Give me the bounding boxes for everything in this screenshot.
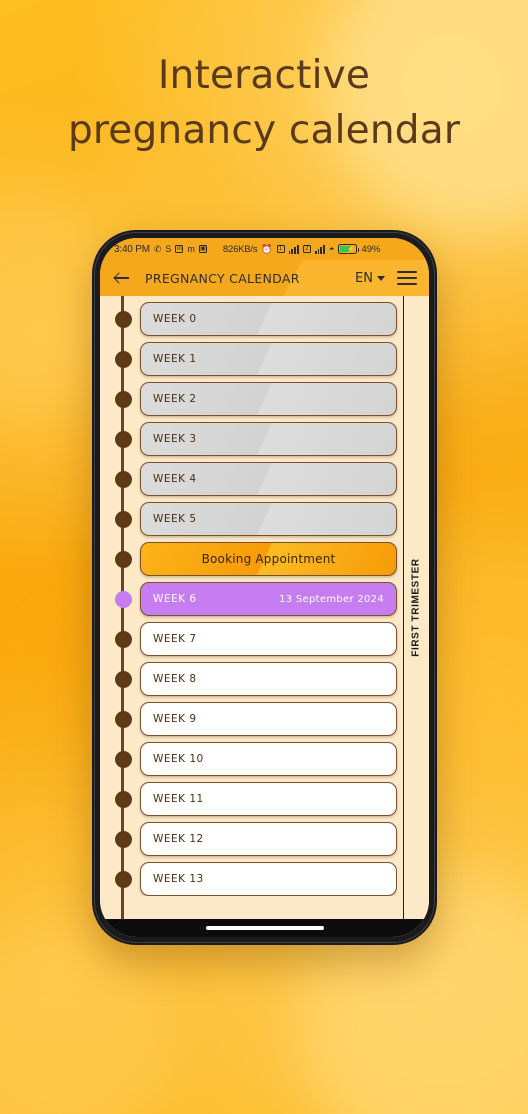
timeline-dot [115,830,132,848]
timeline-dot [115,670,132,688]
week-card[interactable]: WEEK 1 [140,342,397,376]
linkedin-icon: in [175,245,184,253]
timeline-dot [115,710,132,728]
promo-headline-line2: pregnancy calendar [67,108,461,154]
calendar-icon: ▣ [198,245,207,253]
home-indicator[interactable] [205,926,324,930]
week-label: WEEK 10 [153,753,204,765]
timeline-dot [115,870,132,888]
week-row[interactable]: WEEK 1 [108,342,397,376]
alarm-icon: ⏰ [261,243,273,254]
timeline-dot [115,470,132,488]
week-label: WEEK 11 [153,793,204,805]
week-date: 13 September 2024 [279,593,384,605]
app-bar: PREGNANCY CALENDAR EN [100,260,429,296]
week-label: WEEK 13 [153,873,204,885]
week-card[interactable]: WEEK 13 [140,862,397,896]
timeline-dot [115,510,132,528]
timeline-dot [115,430,132,448]
week-label: Booking Appointment [201,552,336,566]
timeline-dot [115,630,132,648]
week-label: WEEK 1 [153,353,197,365]
week-row[interactable]: WEEK 12 [108,822,397,856]
chevron-down-icon [377,275,385,281]
week-card[interactable]: WEEK 8 [140,662,397,696]
week-row[interactable]: WEEK 10 [108,742,397,776]
status-bar: 3:40 PM ✆ S in m ▣ 826KB/s ⏰ 1 2 ◓ ⚡ 49% [100,238,429,260]
promo-headline: Interactive pregnancy calendar [0,48,528,159]
week-label: WEEK 7 [153,633,197,645]
booking-appointment-button[interactable]: Booking Appointment [140,542,397,576]
week-label: WEEK 12 [153,833,204,845]
week-label: WEEK 4 [153,473,197,485]
week-card[interactable]: WEEK 12 [140,822,397,856]
week-row[interactable]: Booking Appointment [108,542,397,576]
messenger-icon: m [187,243,195,254]
week-card[interactable]: WEEK 7 [140,622,397,656]
week-row[interactable]: WEEK 13 [108,862,397,896]
timeline-dot [115,550,132,568]
signal-bars-icon [288,244,299,254]
week-row[interactable]: WEEK 5 [108,502,397,536]
wifi-icon: ◓ [329,243,335,254]
week-label: WEEK 9 [153,713,197,725]
week-card[interactable]: WEEK 9 [140,702,397,736]
week-row[interactable]: WEEK 0 [108,302,397,336]
timeline-dot [115,310,132,328]
page-title: PREGNANCY CALENDAR [145,270,300,286]
back-arrow-icon[interactable] [113,269,131,287]
week-row[interactable]: WEEK 6 13 September 2024 [108,582,397,616]
promo-headline-line1: Interactive [157,53,371,98]
calendar-content: WEEK 0 WEEK 1 WEEK 2 WEEK 3 WEEK 4 WEEK 5 Book… [100,296,429,919]
timeline-dot [115,750,132,768]
signal-bars-icon [314,244,326,254]
week-row[interactable]: WEEK 9 [108,702,397,736]
language-selector[interactable]: EN [355,271,385,286]
week-card[interactable]: WEEK 6 13 September 2024 [140,582,397,616]
week-label: WEEK 6 [153,593,197,605]
week-label: WEEK 8 [153,673,197,685]
language-label: EN [355,270,373,286]
timeline-dot [115,390,132,408]
week-card[interactable]: WEEK 11 [140,782,397,816]
week-card[interactable]: WEEK 4 [140,462,397,496]
trimester-rail: FIRST TRIMESTER [403,296,429,919]
week-row[interactable]: WEEK 2 [108,382,397,416]
week-card[interactable]: WEEK 10 [140,742,397,776]
sim-card-icon: 1 [276,245,285,253]
skype-icon: S [165,243,172,254]
week-list[interactable]: WEEK 0 WEEK 1 WEEK 2 WEEK 3 WEEK 4 WEEK 5 Book… [100,296,429,919]
week-row[interactable]: WEEK 7 [108,622,397,656]
timeline-dot [115,350,132,368]
week-row[interactable]: WEEK 4 [108,462,397,496]
battery-icon: ⚡ [338,244,360,254]
week-row[interactable]: WEEK 3 [108,422,397,456]
phone-mockup: 3:40 PM ✆ S in m ▣ 826KB/s ⏰ 1 2 ◓ ⚡ 49%… [92,230,437,945]
timeline-dot [115,590,132,608]
sim-card-icon: 2 [302,245,311,253]
week-card[interactable]: WEEK 2 [140,382,397,416]
week-card[interactable]: WEEK 0 [140,302,397,336]
week-row[interactable]: WEEK 8 [108,662,397,696]
week-label: WEEK 3 [153,433,197,445]
charging-bolt-icon: ⚡ [345,245,356,254]
week-label: WEEK 5 [153,513,197,525]
system-nav-bar [100,919,429,937]
timeline-dot [115,790,132,808]
whatsapp-icon: ✆ [153,243,162,254]
week-row[interactable]: WEEK 11 [108,782,397,816]
status-clock: 3:40 PM [114,243,150,255]
phone-screen: 3:40 PM ✆ S in m ▣ 826KB/s ⏰ 1 2 ◓ ⚡ 49%… [100,238,429,937]
network-speed: 826KB/s [222,243,258,255]
week-label: WEEK 2 [153,393,197,405]
trimester-label: FIRST TRIMESTER [411,558,423,657]
week-card[interactable]: WEEK 3 [140,422,397,456]
battery-percent: 49% [361,243,381,255]
week-label: WEEK 0 [153,313,197,325]
week-card[interactable]: WEEK 5 [140,502,397,536]
hamburger-menu-icon[interactable] [397,270,417,286]
app-bar-actions: EN [355,271,417,286]
